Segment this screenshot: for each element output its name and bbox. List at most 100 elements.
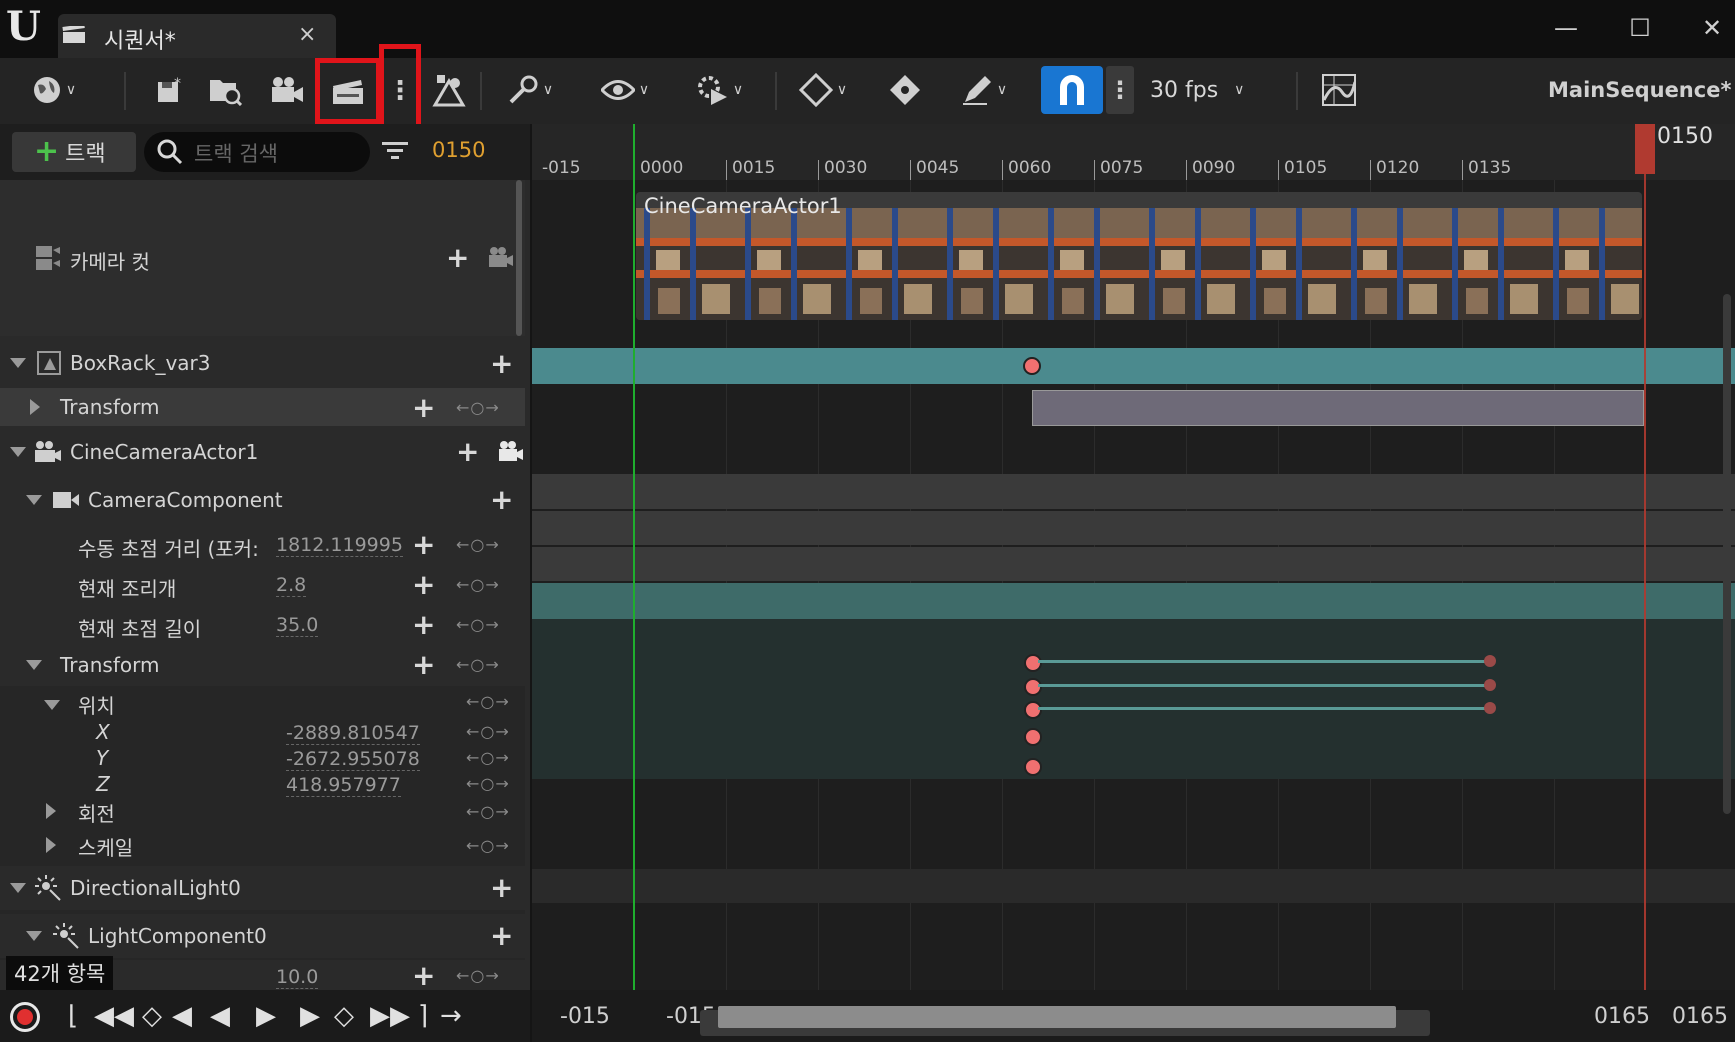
curve-editor-button[interactable] bbox=[1318, 66, 1360, 114]
add-key-button[interactable]: + bbox=[412, 531, 435, 559]
add-track-button[interactable]: + 트랙 bbox=[12, 132, 136, 172]
track-row[interactable]: CineCameraActor1 + bbox=[0, 430, 525, 474]
create-camera-button[interactable] bbox=[266, 66, 308, 114]
track-row[interactable]: Transform + ←○→ bbox=[0, 646, 525, 684]
transform-actor-button[interactable] bbox=[428, 66, 470, 114]
step-forward-key-button[interactable]: ▶▶ bbox=[370, 1002, 410, 1030]
property-value[interactable]: 10.0 bbox=[276, 966, 319, 989]
key-navigation[interactable]: ←○→ bbox=[466, 722, 510, 741]
key-navigation[interactable]: ←○→ bbox=[456, 535, 500, 554]
key-navigation[interactable]: ←○→ bbox=[456, 966, 500, 985]
property-value[interactable]: 1812.119995 bbox=[276, 534, 403, 557]
collapse-arrow-icon[interactable] bbox=[44, 700, 60, 710]
key-navigation[interactable]: ←○→ bbox=[456, 655, 500, 674]
add-key-button[interactable]: + bbox=[412, 651, 435, 679]
record-button[interactable] bbox=[10, 1002, 40, 1032]
key-navigation[interactable]: ←○→ bbox=[456, 398, 500, 417]
working-range-end[interactable]: 0165 bbox=[1672, 1004, 1728, 1029]
unreal-logo[interactable]: U bbox=[6, 4, 52, 50]
play-button[interactable]: ▶ bbox=[256, 1002, 276, 1030]
location-x-value[interactable]: -2889.810547 bbox=[286, 722, 420, 745]
add-button[interactable]: + bbox=[490, 350, 513, 378]
collapse-arrow-icon[interactable] bbox=[10, 883, 26, 893]
add-button[interactable]: + bbox=[456, 438, 479, 466]
add-button[interactable]: + bbox=[490, 486, 513, 514]
play-reverse-button[interactable]: ◀ bbox=[210, 1002, 230, 1030]
property-row[interactable]: 현재 초점 길이 35.0 + ←○→ bbox=[0, 606, 525, 644]
key-navigation[interactable]: ←○→ bbox=[466, 692, 510, 711]
world-menu-button[interactable]: ∨ bbox=[22, 66, 86, 114]
key-navigation[interactable]: ←○→ bbox=[456, 575, 500, 594]
camera-actor-section[interactable] bbox=[1032, 390, 1644, 426]
next-key-button[interactable]: ◇ bbox=[334, 1002, 354, 1030]
playback-start-marker[interactable] bbox=[633, 124, 635, 990]
track-row[interactable]: DirectionalLight0 + bbox=[0, 866, 525, 910]
collapse-arrow-icon[interactable] bbox=[10, 358, 26, 368]
step-forward-frame-button[interactable]: ▶ bbox=[300, 1002, 320, 1030]
render-movie-button[interactable] bbox=[315, 58, 381, 124]
track-row[interactable]: CameraComponent + bbox=[0, 478, 525, 522]
current-frame-display[interactable]: 0150 bbox=[432, 138, 485, 162]
keyframe[interactable] bbox=[1024, 728, 1042, 746]
timeline-vertical-scrollbar[interactable] bbox=[1723, 294, 1731, 814]
tab-close-button[interactable]: × bbox=[298, 22, 316, 47]
key-navigation[interactable]: ←○→ bbox=[466, 836, 510, 855]
transform-track-lane[interactable] bbox=[532, 348, 1735, 384]
add-key-button[interactable]: + bbox=[412, 611, 435, 639]
playback-options-button[interactable]: ∨ bbox=[686, 66, 752, 114]
view-range-end[interactable]: 0165 bbox=[1594, 1004, 1650, 1029]
key-options-button[interactable]: ∨ bbox=[790, 66, 856, 114]
track-row[interactable]: Transform + ←○→ bbox=[0, 388, 525, 426]
keyframe[interactable] bbox=[1024, 678, 1042, 696]
property-lane[interactable] bbox=[532, 474, 1735, 509]
jump-to-start-button[interactable]: ⌊ bbox=[68, 1002, 78, 1030]
keyframe[interactable] bbox=[1484, 655, 1496, 667]
working-range-start[interactable]: -015 bbox=[560, 1004, 610, 1029]
add-button[interactable]: + bbox=[490, 922, 513, 950]
keyframe[interactable] bbox=[1024, 701, 1042, 719]
collapse-arrow-icon[interactable] bbox=[26, 931, 42, 941]
collapse-arrow-icon[interactable] bbox=[26, 495, 42, 505]
outliner-scrollbar[interactable] bbox=[516, 180, 522, 336]
tab-sequencer[interactable]: 시퀀서* × bbox=[58, 14, 336, 58]
property-value[interactable]: 35.0 bbox=[276, 614, 319, 637]
property-lane[interactable] bbox=[532, 511, 1735, 545]
property-row[interactable]: 수동 초점 거리 (포커: 1812.119995 + ←○→ bbox=[0, 526, 525, 564]
keyframe[interactable] bbox=[1484, 679, 1496, 691]
playhead-handle[interactable] bbox=[1635, 124, 1655, 174]
expand-arrow-icon[interactable] bbox=[30, 399, 40, 415]
timeline-area[interactable]: -015 0000 0015 0030 0045 0060 0075 0090 … bbox=[532, 124, 1735, 990]
track-search-input[interactable]: 트랙 검색 bbox=[144, 132, 370, 172]
maximize-button[interactable]: ☐ bbox=[1620, 10, 1660, 46]
key-interpolation-button[interactable] bbox=[884, 66, 926, 114]
view-options-button[interactable]: ∨ bbox=[592, 66, 658, 114]
key-navigation[interactable]: ←○→ bbox=[466, 802, 510, 821]
collapse-arrow-icon[interactable] bbox=[26, 660, 42, 670]
property-lane[interactable] bbox=[532, 869, 1735, 903]
location-z-value[interactable]: 418.957977 bbox=[286, 774, 401, 797]
camera-cut-track[interactable]: 카메라 컷 + bbox=[0, 180, 525, 336]
tools-menu-button[interactable]: ∨ bbox=[498, 66, 562, 114]
key-navigation[interactable]: ←○→ bbox=[456, 615, 500, 634]
keyframe[interactable] bbox=[1024, 654, 1042, 672]
snap-options-button[interactable]: ⋮ bbox=[1106, 66, 1134, 114]
add-key-button[interactable]: + bbox=[412, 571, 435, 599]
minimize-button[interactable]: — bbox=[1546, 10, 1586, 46]
property-value[interactable]: 2.8 bbox=[276, 574, 307, 597]
keyframe[interactable] bbox=[1023, 357, 1041, 375]
time-scrollbar-thumb[interactable] bbox=[718, 1006, 1396, 1028]
location-subtrack-lanes[interactable] bbox=[532, 619, 1735, 779]
property-lane[interactable] bbox=[532, 547, 1735, 581]
previous-key-button[interactable]: ◇ bbox=[142, 1002, 162, 1030]
add-key-button[interactable]: + bbox=[412, 962, 435, 990]
camera-transform-lane[interactable] bbox=[532, 583, 1735, 619]
close-window-button[interactable]: ✕ bbox=[1692, 10, 1732, 46]
snap-toggle-button[interactable] bbox=[1041, 66, 1103, 114]
filter-button[interactable] bbox=[380, 136, 410, 166]
collapse-arrow-icon[interactable] bbox=[10, 447, 26, 457]
expand-arrow-icon[interactable] bbox=[46, 837, 56, 853]
track-row[interactable]: LightComponent0 + bbox=[0, 914, 525, 958]
time-ruler[interactable]: -015 0000 0015 0030 0045 0060 0075 0090 … bbox=[532, 124, 1735, 180]
edit-tools-button[interactable]: ∨ bbox=[952, 66, 1016, 114]
jump-to-end-button[interactable]: ⌉ bbox=[418, 1002, 428, 1030]
